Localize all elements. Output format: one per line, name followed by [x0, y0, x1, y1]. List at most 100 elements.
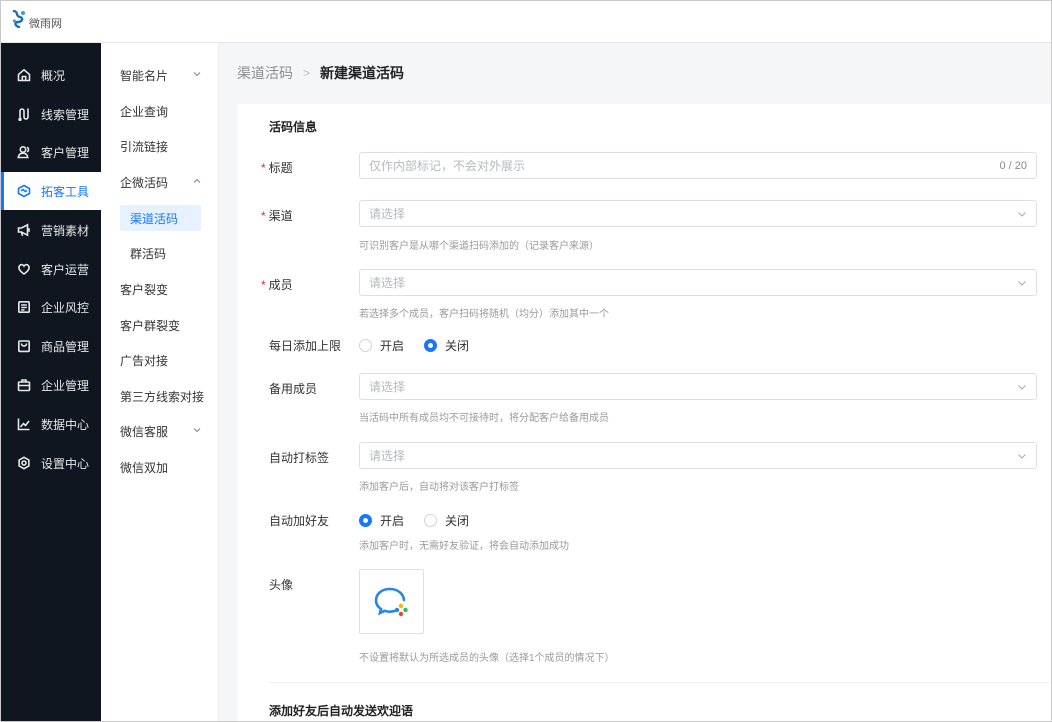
submenu-item-label: 微信客服 [120, 424, 169, 439]
member-placeholder: 请选择 [369, 276, 406, 290]
daily-limit-label: 每日添加上限 [269, 339, 342, 353]
avatar-upload[interactable] [359, 569, 424, 634]
submenu-item-label: 引流链接 [120, 139, 169, 154]
sidebar-item-label: 概况 [41, 68, 66, 83]
sidebar-item-products[interactable]: 商品管理 [1, 327, 101, 365]
sidebar-item-risk[interactable]: 企业风控 [1, 288, 101, 326]
daily-limit-on-radio[interactable]: 开启 [359, 337, 404, 354]
radio-label: 开启 [380, 339, 405, 353]
submenu-item-wechat-service[interactable]: 微信客服 [101, 418, 219, 444]
auto-friend-on-radio[interactable]: 开启 [359, 512, 404, 529]
submenu-item-group-fission[interactable]: 客户群裂变 [101, 312, 219, 338]
member-label-text: 成员 [268, 278, 293, 292]
submenu-item-label: 企业查询 [120, 104, 169, 119]
daily-limit-off-radio[interactable]: 关闭 [424, 337, 469, 354]
chevron-down-icon [1018, 211, 1026, 217]
sidebar-item-label: 数据中心 [41, 417, 90, 432]
page-title: 新建渠道活码 [320, 65, 405, 81]
sidebar-item-operations[interactable]: 客户运营 [1, 250, 101, 288]
submenu-item-wechat-double-add[interactable]: 微信双加 [101, 454, 219, 480]
submenu-item-label: 智能名片 [120, 68, 169, 83]
radio-circle-selected [359, 514, 372, 527]
title-label: * 标题 [261, 159, 293, 176]
sidebar-item-data[interactable]: 数据中心 [1, 405, 101, 443]
sidebar-item-marketing[interactable]: 营销素材 [1, 211, 101, 249]
radio-circle-selected [424, 339, 438, 352]
submenu-item-smart-card[interactable]: 智能名片 [101, 62, 219, 88]
chevron-down-icon [1018, 280, 1026, 286]
submenu-item-label: 渠道活码 [130, 211, 179, 226]
bag-icon [17, 339, 31, 353]
home-icon [17, 68, 31, 82]
submenu-item-label: 第三方线索对接 [120, 389, 205, 404]
submenu-item-company-search[interactable]: 企业查询 [101, 98, 219, 124]
briefcase-icon [17, 378, 31, 392]
required-mark: * [261, 161, 266, 175]
auto-friend-off-radio[interactable]: 关闭 [424, 512, 469, 529]
logo[interactable]: 微雨网 [11, 9, 62, 31]
sidebar-item-label: 企业风控 [41, 300, 90, 315]
submenu-item-group-qrcode[interactable]: 群活码 [101, 240, 219, 266]
title-input[interactable]: 仅作内部标记，不会对外展示 0 / 20 [359, 152, 1037, 179]
chevron-down-icon [1018, 453, 1026, 459]
avatar-hint: 不设置将默认为所选成员的头像（选择1个成员的情况下） [359, 653, 615, 664]
auto-tag-label: 自动打标签 [269, 451, 330, 465]
section-divider [269, 682, 1049, 683]
breadcrumb: 渠道活码 > 新建渠道活码 [237, 63, 404, 83]
megaphone-icon [17, 223, 31, 237]
channel-select[interactable]: 请选择 [359, 200, 1037, 227]
radio-label: 开启 [380, 514, 405, 528]
title-label-text: 标题 [268, 161, 293, 175]
breadcrumb-parent-link[interactable]: 渠道活码 [237, 63, 293, 83]
submenu-item-traffic-link[interactable]: 引流链接 [101, 133, 219, 159]
app-window: 微雨网 概况 线索管理 客户管理 拓客工具 营销素材 客户运营 企业风控 商品管… [0, 0, 1052, 722]
auto-tag-placeholder: 请选择 [369, 449, 406, 463]
auto-tag-hint: 添加客户后，自动将对该客户打标签 [359, 482, 519, 493]
path-icon [17, 107, 31, 121]
submenu-item-label: 微信双加 [120, 460, 169, 475]
chart-icon [17, 417, 31, 431]
submenu-item-third-party-leads[interactable]: 第三方线索对接 [101, 383, 219, 409]
sidebar-item-enterprise[interactable]: 企业管理 [1, 366, 101, 404]
backup-member-hint: 当活码中所有成员均不可接待时，将分配客户给备用成员 [359, 413, 609, 424]
member-hint: 若选择多个成员，客户扫码将随机（均分）添加其中一个 [359, 309, 609, 320]
sidebar-item-settings[interactable]: 设置中心 [1, 444, 101, 482]
required-mark: * [261, 278, 266, 292]
submenu-item-label: 广告对接 [120, 353, 169, 368]
backup-member-label: 备用成员 [269, 382, 318, 396]
sidebar-item-leads[interactable]: 线索管理 [1, 95, 101, 133]
member-select[interactable]: 请选择 [359, 269, 1037, 296]
handshake-icon [17, 184, 31, 198]
title-placeholder: 仅作内部标记，不会对外展示 [369, 159, 526, 173]
sidebar-item-label: 商品管理 [41, 339, 90, 354]
auto-friend-radio-group: 开启 关闭 [359, 512, 489, 529]
heart-hand-icon [17, 262, 31, 276]
sidebar-item-label: 企业管理 [41, 378, 90, 393]
submenu-item-channel-qrcode[interactable]: 渠道活码 [101, 205, 219, 231]
top-header: 微雨网 [1, 1, 1051, 43]
submenu-item-customer-fission[interactable]: 客户裂变 [101, 276, 219, 302]
chevron-up-icon [193, 178, 201, 183]
radio-label: 关闭 [445, 514, 470, 528]
auto-friend-hint: 添加客户时，无需好友验证，将会自动添加成功 [359, 541, 569, 552]
submenu-item-ad-integration[interactable]: 广告对接 [101, 347, 219, 373]
auto-tag-select[interactable]: 请选择 [359, 442, 1037, 469]
channel-placeholder: 请选择 [369, 207, 406, 221]
auto-friend-label: 自动加好友 [269, 514, 330, 528]
radio-circle [359, 339, 372, 352]
submenu-item-label: 客户裂变 [120, 282, 169, 297]
submenu-item-wecom-qrcode[interactable]: 企微活码 [101, 169, 219, 195]
submenu-item-label: 群活码 [130, 246, 167, 261]
sidebar-item-overview[interactable]: 概况 [1, 56, 101, 94]
backup-member-select[interactable]: 请选择 [359, 373, 1037, 400]
submenu-item-label: 客户群裂变 [120, 318, 181, 333]
sidebar-item-customers[interactable]: 客户管理 [1, 133, 101, 171]
backup-member-placeholder: 请选择 [369, 380, 406, 394]
channel-hint: 可识别客户是从哪个渠道扫码添加的（记录客户来源） [359, 241, 599, 252]
daily-limit-radio-group: 开启 关闭 [359, 337, 489, 354]
form-card: 活码信息 * 标题 仅作内部标记，不会对外展示 0 / 20 * 渠道 请选择 可识… [237, 104, 1051, 721]
chevron-down-icon [193, 72, 201, 77]
logo-text: 微雨网 [29, 17, 62, 30]
sidebar-item-prospecting[interactable]: 拓客工具 [1, 172, 101, 210]
sidebar-item-label: 营销素材 [41, 223, 90, 238]
